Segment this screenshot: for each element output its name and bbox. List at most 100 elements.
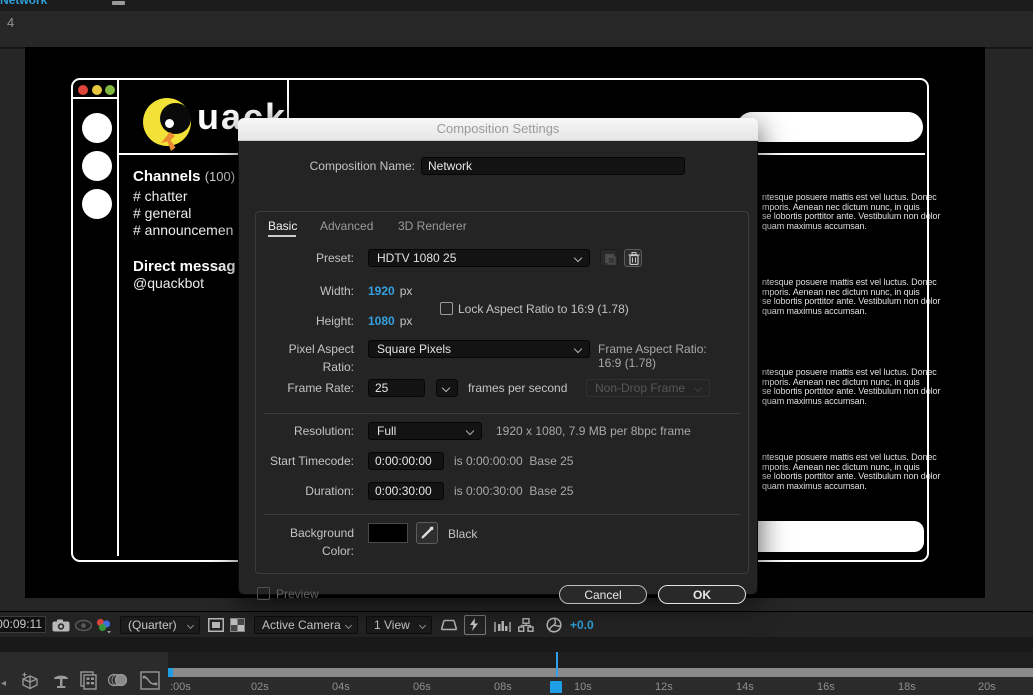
- current-time-field[interactable]: 0:00:09:11: [0, 616, 46, 633]
- view-layout-dropdown[interactable]: Active Camera: [254, 616, 358, 634]
- time-ruler-tick: 18s: [898, 681, 916, 693]
- duration-label: Duration:: [256, 482, 354, 500]
- fast-previews-button[interactable]: [464, 615, 486, 635]
- mock-paragraph: ntesque posuere mattis est vel luctus. D…: [762, 453, 940, 492]
- preset-dropdown[interactable]: HDTV 1080 25: [368, 249, 590, 267]
- frame-aspect-value: 16:9 (1.78): [598, 354, 656, 372]
- frame-rate-input[interactable]: [368, 379, 425, 397]
- timeline-ruler-track[interactable]: [168, 652, 1033, 668]
- magnification-value: (Quarter): [128, 618, 177, 632]
- playhead-handle[interactable]: [550, 681, 562, 693]
- preview-label: Preview: [276, 585, 319, 603]
- time-ruler-tick: 16s: [817, 681, 835, 693]
- time-ruler-tick: 10s: [574, 681, 592, 693]
- composition-name-label: Composition Name:: [289, 157, 415, 175]
- start-timecode-info: is 0:00:00:00 Base 25: [454, 452, 573, 470]
- mock-paragraph: ntesque posuere mattis est vel luctus. D…: [762, 368, 940, 407]
- height-value-row: 1080 px: [368, 312, 412, 330]
- panel-menu-icon[interactable]: [112, 1, 125, 5]
- time-ruler-tick: 12s: [655, 681, 673, 693]
- panel-number-label: 4: [7, 15, 14, 30]
- duration-info: is 0:00:30:00 Base 25: [454, 482, 573, 500]
- shy-layers-icon[interactable]: [52, 671, 70, 689]
- show-snapshot-icon[interactable]: [75, 619, 92, 632]
- flowchart-icon[interactable]: [518, 618, 534, 632]
- view-count-value: 1 View: [374, 618, 410, 632]
- dialog-titlebar[interactable]: Composition Settings: [238, 118, 758, 141]
- delete-preset-button[interactable]: [624, 249, 642, 267]
- settings-group: Basic Advanced 3D Renderer Preset: HDTV …: [255, 211, 749, 574]
- mock-trafficbox-divider: [73, 97, 118, 99]
- transparency-grid-icon[interactable]: [230, 618, 245, 632]
- composition-tab-label[interactable]: Network: [0, 0, 47, 7]
- tab-advanced[interactable]: Advanced: [320, 219, 373, 233]
- channel-item: # chatter: [133, 188, 187, 204]
- mock-paragraph: ntesque posuere mattis est vel luctus. D…: [762, 193, 940, 232]
- graph-editor-icon[interactable]: [140, 671, 160, 690]
- composition-settings-dialog: Composition Settings Composition Name: B…: [238, 118, 758, 595]
- timeline-panel: ◂: [0, 652, 1033, 695]
- time-ruler-tick: 02s: [251, 681, 269, 693]
- time-ruler-tick: 06s: [413, 681, 431, 693]
- time-ruler-tick: 08s: [494, 681, 512, 693]
- height-label: Height:: [256, 312, 354, 330]
- playhead-line[interactable]: [556, 652, 558, 677]
- frame-rate-unit: frames per second: [468, 379, 567, 397]
- motion-blur-icon[interactable]: [108, 671, 127, 689]
- section-divider: [264, 514, 740, 515]
- resolution-dropdown[interactable]: Full: [368, 422, 482, 440]
- dialog-body: Composition Name: Basic Advanced 3D Rend…: [238, 141, 758, 595]
- drop-frame-dropdown: Non-Drop Frame: [586, 379, 710, 397]
- magnification-dropdown[interactable]: (Quarter): [120, 616, 200, 634]
- frame-blending-icon[interactable]: [80, 671, 98, 690]
- section-divider: [264, 413, 740, 414]
- preview-checkbox[interactable]: [257, 587, 270, 600]
- timeline-panel-icon[interactable]: [494, 618, 511, 632]
- duck-eye-glint: [165, 119, 174, 128]
- start-timecode-input[interactable]: [368, 452, 444, 470]
- eyedropper-button[interactable]: [416, 522, 438, 544]
- ok-button[interactable]: OK: [658, 585, 746, 604]
- width-value[interactable]: 1920: [368, 284, 395, 298]
- view-layout-value: Active Camera: [262, 618, 341, 632]
- background-color-swatch[interactable]: [368, 523, 408, 543]
- show-channel-icon[interactable]: [96, 618, 112, 634]
- duck-beak-icon: [159, 132, 181, 154]
- resolution-label: Resolution:: [256, 422, 354, 440]
- region-of-interest-icon[interactable]: [208, 618, 224, 632]
- width-label: Width:: [256, 282, 354, 300]
- cancel-button[interactable]: Cancel: [559, 585, 647, 604]
- view-count-dropdown[interactable]: 1 View: [366, 616, 432, 634]
- mock-workspace-avatar: [82, 113, 112, 143]
- height-value[interactable]: 1080: [368, 314, 395, 328]
- pixel-aspect-dropdown[interactable]: Square Pixels: [368, 340, 590, 358]
- traffic-light-yellow: [92, 85, 102, 95]
- tab-basic-underline: [268, 235, 296, 237]
- exposure-value[interactable]: +0.0: [570, 616, 594, 634]
- save-preset-button[interactable]: [600, 249, 618, 267]
- work-area-start-handle[interactable]: [168, 668, 173, 677]
- height-unit: px: [400, 314, 413, 328]
- timeline-expand-arrow[interactable]: ◂: [1, 678, 6, 689]
- duration-input[interactable]: [368, 482, 444, 500]
- tab-3d-renderer[interactable]: 3D Renderer: [398, 219, 467, 233]
- time-ruler-tick: 14s: [736, 681, 754, 693]
- pixel-aspect-correction-icon[interactable]: [440, 619, 458, 631]
- mock-workspace-avatar: [82, 151, 112, 181]
- time-ruler-tick: 04s: [332, 681, 350, 693]
- lock-aspect-checkbox[interactable]: [440, 302, 453, 315]
- background-color-label: Background Color:: [256, 524, 354, 560]
- panel-tab-strip: Network: [0, 0, 1033, 11]
- trash-icon: [628, 252, 640, 265]
- snapshot-camera-icon[interactable]: [52, 619, 70, 632]
- dm-user: @quackbot: [133, 275, 204, 291]
- tab-basic[interactable]: Basic: [268, 219, 297, 233]
- lightning-icon: [468, 618, 482, 632]
- work-area-bar[interactable]: [168, 668, 1033, 677]
- composition-name-input[interactable]: [421, 157, 685, 175]
- draft-3d-icon[interactable]: [20, 671, 40, 690]
- pixel-aspect-label: Pixel Aspect Ratio:: [256, 340, 354, 376]
- time-ruler-tick: 20s: [978, 681, 996, 693]
- reset-exposure-icon[interactable]: [546, 617, 562, 633]
- frame-rate-dropdown-button[interactable]: [436, 379, 458, 397]
